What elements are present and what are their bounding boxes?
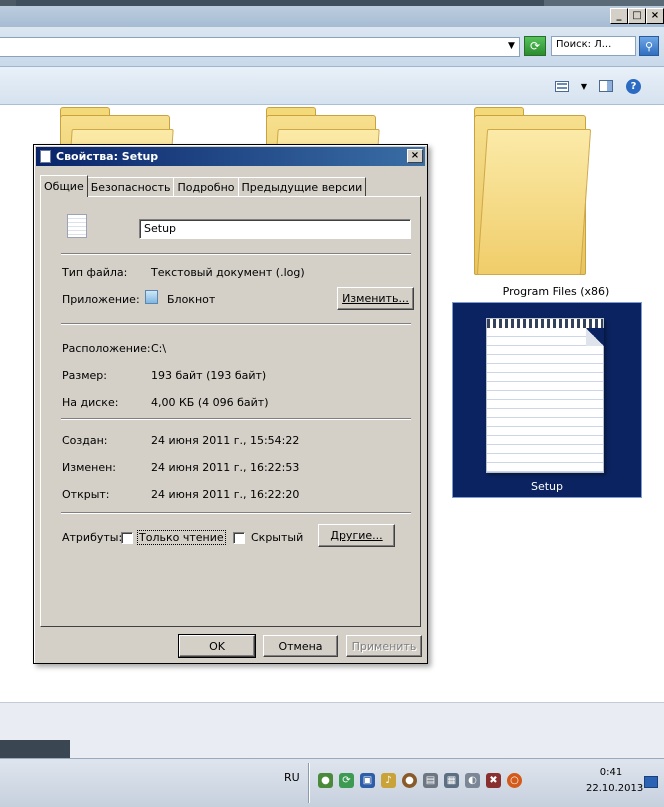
modified-value: 24 июня 2011 г., 16:22:53: [151, 461, 300, 474]
tab-general[interactable]: Общие: [40, 175, 88, 197]
help-icon[interactable]: ?: [626, 79, 641, 94]
clock-date: 22.10.2013: [586, 783, 644, 794]
tray-security-icon[interactable]: ✖: [486, 773, 501, 788]
tab-previous-versions[interactable]: Предыдущие версии: [237, 177, 367, 196]
details-pane: [0, 702, 664, 758]
caption-buttons: _ □ ×: [610, 8, 664, 24]
file-type-label: Тип файла:: [62, 266, 128, 279]
apply-button[interactable]: Применить: [346, 635, 422, 657]
location-label: Расположение:: [62, 342, 151, 355]
address-bar: ▼ ⟳ Поиск: Л... ⚲: [0, 27, 664, 67]
dialog-titlebar[interactable]: Свойства: Setup ×: [36, 147, 425, 166]
maximize-button[interactable]: □: [628, 8, 646, 24]
tray-volume-icon[interactable]: ♪: [381, 773, 396, 788]
tray-sync-icon[interactable]: ⟳: [339, 773, 354, 788]
readonly-label[interactable]: Только чтение: [137, 530, 226, 545]
view-options-icon[interactable]: [554, 79, 570, 93]
tray-device-icon[interactable]: ▤: [423, 773, 438, 788]
divider: [61, 253, 411, 255]
size-on-disk-value: 4,00 КБ (4 096 байт): [151, 396, 269, 409]
ok-button[interactable]: OK: [178, 634, 256, 658]
close-button[interactable]: ×: [646, 8, 664, 24]
show-desktop-button[interactable]: [644, 776, 658, 788]
tray-update-icon[interactable]: ○: [507, 773, 522, 788]
application-label: Приложение:: [62, 293, 140, 306]
tray-printer-icon[interactable]: ▦: [444, 773, 459, 788]
document-binding: [487, 319, 603, 328]
file-item-label: Setup: [530, 480, 564, 493]
divider: [61, 418, 411, 420]
change-button[interactable]: Изменить...: [337, 287, 414, 310]
size-label: Размер:: [62, 369, 107, 382]
tray-separator: [308, 763, 310, 803]
text-document-icon: [486, 318, 604, 473]
system-clock[interactable]: 0:41 22.10.2013: [586, 765, 644, 797]
size-on-disk-label: На диске:: [62, 396, 119, 409]
search-icon[interactable]: ⚲: [639, 36, 659, 56]
dialog-tabs: Общие Безопасность Подробно Предыдущие в…: [40, 175, 367, 197]
accessed-label: Открыт:: [62, 488, 110, 501]
file-item-setup-selected[interactable]: Setup: [452, 302, 642, 498]
tab-security[interactable]: Безопасность: [86, 177, 175, 196]
divider: [61, 323, 411, 325]
readonly-checkbox[interactable]: [121, 532, 133, 544]
explorer-titlebar[interactable]: _ □ ×: [0, 6, 664, 27]
language-indicator[interactable]: RU: [284, 771, 300, 784]
address-input[interactable]: [0, 37, 520, 57]
minimize-button[interactable]: _: [610, 8, 628, 24]
file-type-icon: [67, 214, 87, 238]
application-value: Блокнот: [167, 293, 216, 306]
command-toolbar: ▼ ?: [0, 67, 664, 105]
divider: [61, 512, 411, 514]
created-value: 24 июня 2011 г., 15:54:22: [151, 434, 300, 447]
folder-icon-front: [476, 129, 592, 275]
file-type-value: Текстовый документ (.log): [151, 266, 305, 279]
attributes-label: Атрибуты:: [62, 531, 123, 544]
change-button-label: Изменить...: [342, 292, 409, 305]
dialog-title: Свойства: Setup: [56, 150, 159, 163]
refresh-icon[interactable]: ⟳: [524, 36, 546, 56]
document-icon: [40, 150, 51, 163]
preview-pane-icon[interactable]: [598, 79, 614, 93]
cancel-button[interactable]: Отмена: [263, 635, 338, 657]
advanced-button-label: Другие...: [330, 529, 383, 542]
address-dropdown-icon[interactable]: ▼: [508, 41, 515, 51]
location-value: C:\: [151, 342, 167, 355]
folder-item-program-files-x86[interactable]: [474, 107, 592, 275]
modified-label: Изменен:: [62, 461, 117, 474]
taskbar: RU ● ⟳ ▣ ♪ ● ▤ ▦ ◐ ✖ ○ 0:41 22.10.2013: [0, 758, 664, 807]
hidden-checkbox[interactable]: [233, 532, 245, 544]
notepad-icon: [145, 290, 158, 304]
tab-details[interactable]: Подробно: [173, 177, 239, 196]
file-name-input[interactable]: Setup: [139, 219, 411, 239]
size-value: 193 байт (193 байт): [151, 369, 267, 382]
notification-area: ● ⟳ ▣ ♪ ● ▤ ▦ ◐ ✖ ○: [318, 773, 522, 788]
hidden-label[interactable]: Скрытый: [251, 531, 303, 544]
advanced-attributes-button[interactable]: Другие...: [318, 524, 395, 547]
search-input[interactable]: Поиск: Л...: [551, 36, 636, 56]
tray-sound-icon[interactable]: ◐: [465, 773, 480, 788]
document-fold: [586, 328, 604, 346]
tray-monitor-icon[interactable]: ▣: [360, 773, 375, 788]
created-label: Создан:: [62, 434, 108, 447]
general-tab-panel: Setup Тип файла: Текстовый документ (.lo…: [40, 196, 421, 627]
dialog-close-button[interactable]: ×: [407, 149, 423, 163]
view-dropdown-icon[interactable]: ▼: [578, 79, 590, 93]
tray-app-icon[interactable]: ●: [402, 773, 417, 788]
accessed-value: 24 июня 2011 г., 16:22:20: [151, 488, 300, 501]
properties-dialog: Свойства: Setup × Общие Безопасность Под…: [33, 144, 428, 664]
clock-time: 0:41: [599, 767, 623, 778]
folder-label[interactable]: Program Files (x86): [466, 285, 646, 298]
tray-network-icon[interactable]: ●: [318, 773, 333, 788]
